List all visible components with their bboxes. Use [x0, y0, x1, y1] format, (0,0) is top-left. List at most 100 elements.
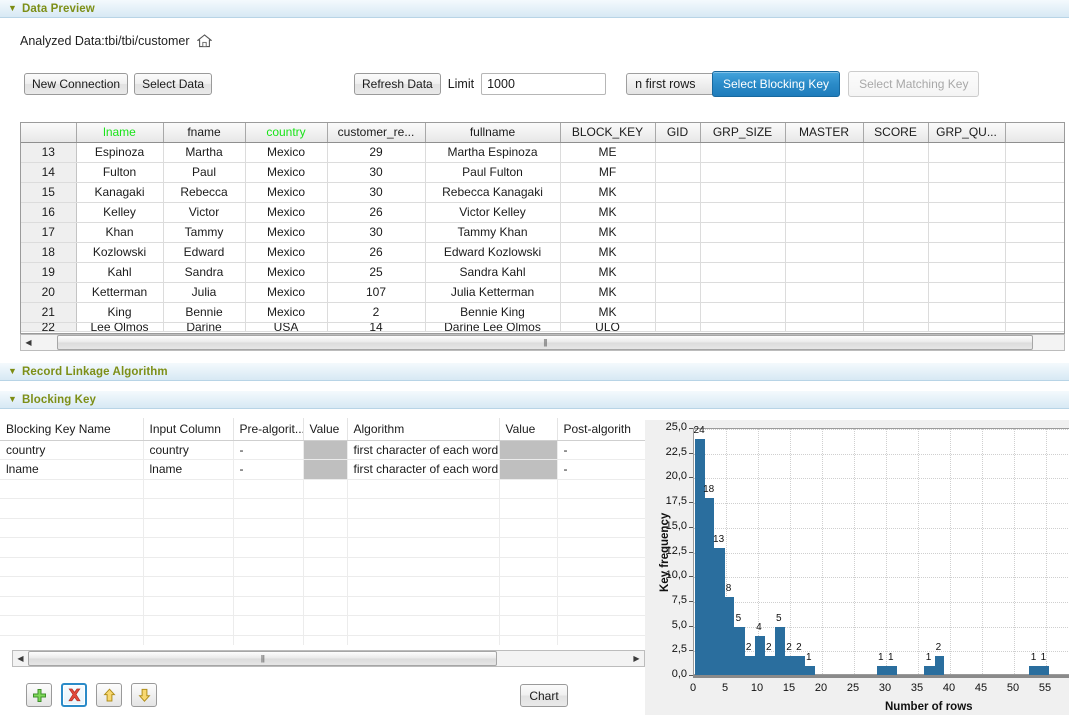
section-header-data-preview[interactable]: ▼ Data Preview — [0, 0, 1069, 18]
cell-empty[interactable] — [347, 518, 499, 538]
chart-bar[interactable] — [745, 656, 755, 676]
cell-grp_size[interactable] — [700, 282, 785, 302]
cell-block_key[interactable]: MK — [560, 302, 655, 322]
table-row-empty[interactable] — [0, 518, 645, 538]
cell-extra[interactable] — [1005, 162, 1065, 182]
cell-country[interactable]: Mexico — [245, 162, 327, 182]
cell-master[interactable] — [785, 322, 863, 331]
cell-empty[interactable] — [0, 616, 143, 636]
cell-grp_size[interactable] — [700, 242, 785, 262]
cell-block_key[interactable]: MF — [560, 162, 655, 182]
cell-master[interactable] — [785, 262, 863, 282]
cell-empty[interactable] — [233, 557, 303, 577]
cell-grp_size[interactable] — [700, 182, 785, 202]
cell-empty[interactable] — [233, 499, 303, 519]
cell-empty[interactable] — [347, 479, 499, 499]
table-row-empty[interactable] — [0, 538, 645, 558]
cell-block_key[interactable]: ULO — [560, 322, 655, 331]
chart-bar[interactable] — [785, 656, 795, 676]
cell-empty[interactable] — [557, 577, 645, 597]
cell-name[interactable]: lname — [0, 460, 143, 480]
cell-empty[interactable] — [499, 616, 557, 636]
cell-empty[interactable] — [499, 499, 557, 519]
cell-empty[interactable] — [233, 538, 303, 558]
cell-fullname[interactable]: Rebecca Kanagaki — [425, 182, 560, 202]
add-row-button[interactable] — [26, 683, 52, 707]
cell-empty[interactable] — [347, 616, 499, 636]
cell-empty[interactable] — [303, 635, 347, 645]
cell-empty[interactable] — [557, 596, 645, 616]
cell-empty[interactable] — [499, 538, 557, 558]
cell-empty[interactable] — [347, 538, 499, 558]
column-header-post-algorith[interactable]: Post-algorith — [557, 418, 645, 440]
cell-fullname[interactable]: Julia Ketterman — [425, 282, 560, 302]
section-header-record-linkage[interactable]: ▼ Record Linkage Algorithm — [0, 363, 1069, 381]
select-data-button[interactable]: Select Data — [134, 73, 212, 95]
cell-gid[interactable] — [655, 182, 700, 202]
delete-row-button[interactable] — [61, 683, 87, 707]
cell-master[interactable] — [785, 302, 863, 322]
table-row[interactable]: 22Lee OlmosDarineUSA14Darine Lee OlmosUL… — [21, 322, 1065, 331]
cell-fname[interactable]: Sandra — [163, 262, 245, 282]
cell-empty[interactable] — [499, 577, 557, 597]
table-row-empty[interactable] — [0, 577, 645, 597]
scroll-right-arrow-icon[interactable]: ▶ — [629, 651, 644, 666]
cell-gid[interactable] — [655, 202, 700, 222]
column-header-gid[interactable]: GID — [655, 123, 700, 142]
column-header-rownum[interactable] — [21, 123, 76, 142]
cell-grp_qu[interactable] — [928, 242, 1005, 262]
cell-block_key[interactable]: MK — [560, 262, 655, 282]
home-icon[interactable] — [197, 34, 212, 48]
cell-customer_re[interactable]: 30 — [327, 162, 425, 182]
cell-extra[interactable] — [1005, 322, 1065, 331]
cell-lname[interactable]: Ketterman — [76, 282, 163, 302]
cell-lname[interactable]: Kozlowski — [76, 242, 163, 262]
cell-block_key[interactable]: MK — [560, 222, 655, 242]
cell-gid[interactable] — [655, 222, 700, 242]
cell-extra[interactable] — [1005, 182, 1065, 202]
column-header-fname[interactable]: fname — [163, 123, 245, 142]
cell-gid[interactable] — [655, 302, 700, 322]
cell-empty[interactable] — [0, 635, 143, 645]
cell-empty[interactable] — [233, 596, 303, 616]
column-header-score[interactable]: SCORE — [863, 123, 928, 142]
cell-customer_re[interactable]: 25 — [327, 262, 425, 282]
scroll-thumb[interactable]: ||| — [28, 651, 497, 666]
cell-empty[interactable] — [0, 596, 143, 616]
cell-post[interactable]: - — [557, 440, 645, 460]
cell-empty[interactable] — [303, 499, 347, 519]
cell-customer_re[interactable]: 107 — [327, 282, 425, 302]
cell-empty[interactable] — [347, 635, 499, 645]
cell-grp_size[interactable] — [700, 142, 785, 162]
cell-extra[interactable] — [1005, 282, 1065, 302]
cell-grp_qu[interactable] — [928, 222, 1005, 242]
cell-score[interactable] — [863, 202, 928, 222]
cell-empty[interactable] — [347, 557, 499, 577]
table-row-empty[interactable] — [0, 635, 645, 645]
cell-block_key[interactable]: MK — [560, 242, 655, 262]
cell-country[interactable]: USA — [245, 322, 327, 331]
cell-fullname[interactable]: Martha Espinoza — [425, 142, 560, 162]
blocking-grid-hscrollbar[interactable]: ◀ ||| ▶ — [12, 650, 645, 667]
cell-lname[interactable]: Fulton — [76, 162, 163, 182]
cell-fname[interactable]: Darine — [163, 322, 245, 331]
cell-fullname[interactable]: Victor Kelley — [425, 202, 560, 222]
cell-empty[interactable] — [143, 538, 233, 558]
row-number[interactable]: 22 — [21, 322, 76, 331]
cell-master[interactable] — [785, 162, 863, 182]
cell-gid[interactable] — [655, 282, 700, 302]
chart-bar[interactable] — [714, 548, 724, 676]
cell-grp_qu[interactable] — [928, 142, 1005, 162]
cell-score[interactable] — [863, 222, 928, 242]
cell-empty[interactable] — [143, 596, 233, 616]
cell-master[interactable] — [785, 182, 863, 202]
cell-master[interactable] — [785, 142, 863, 162]
cell-empty[interactable] — [0, 479, 143, 499]
cell-lname[interactable]: King — [76, 302, 163, 322]
row-number[interactable]: 15 — [21, 182, 76, 202]
scroll-left-arrow-icon[interactable]: ◀ — [21, 335, 36, 350]
table-row-empty[interactable] — [0, 557, 645, 577]
cell-score[interactable] — [863, 142, 928, 162]
cell-lname[interactable]: Khan — [76, 222, 163, 242]
row-number[interactable]: 20 — [21, 282, 76, 302]
